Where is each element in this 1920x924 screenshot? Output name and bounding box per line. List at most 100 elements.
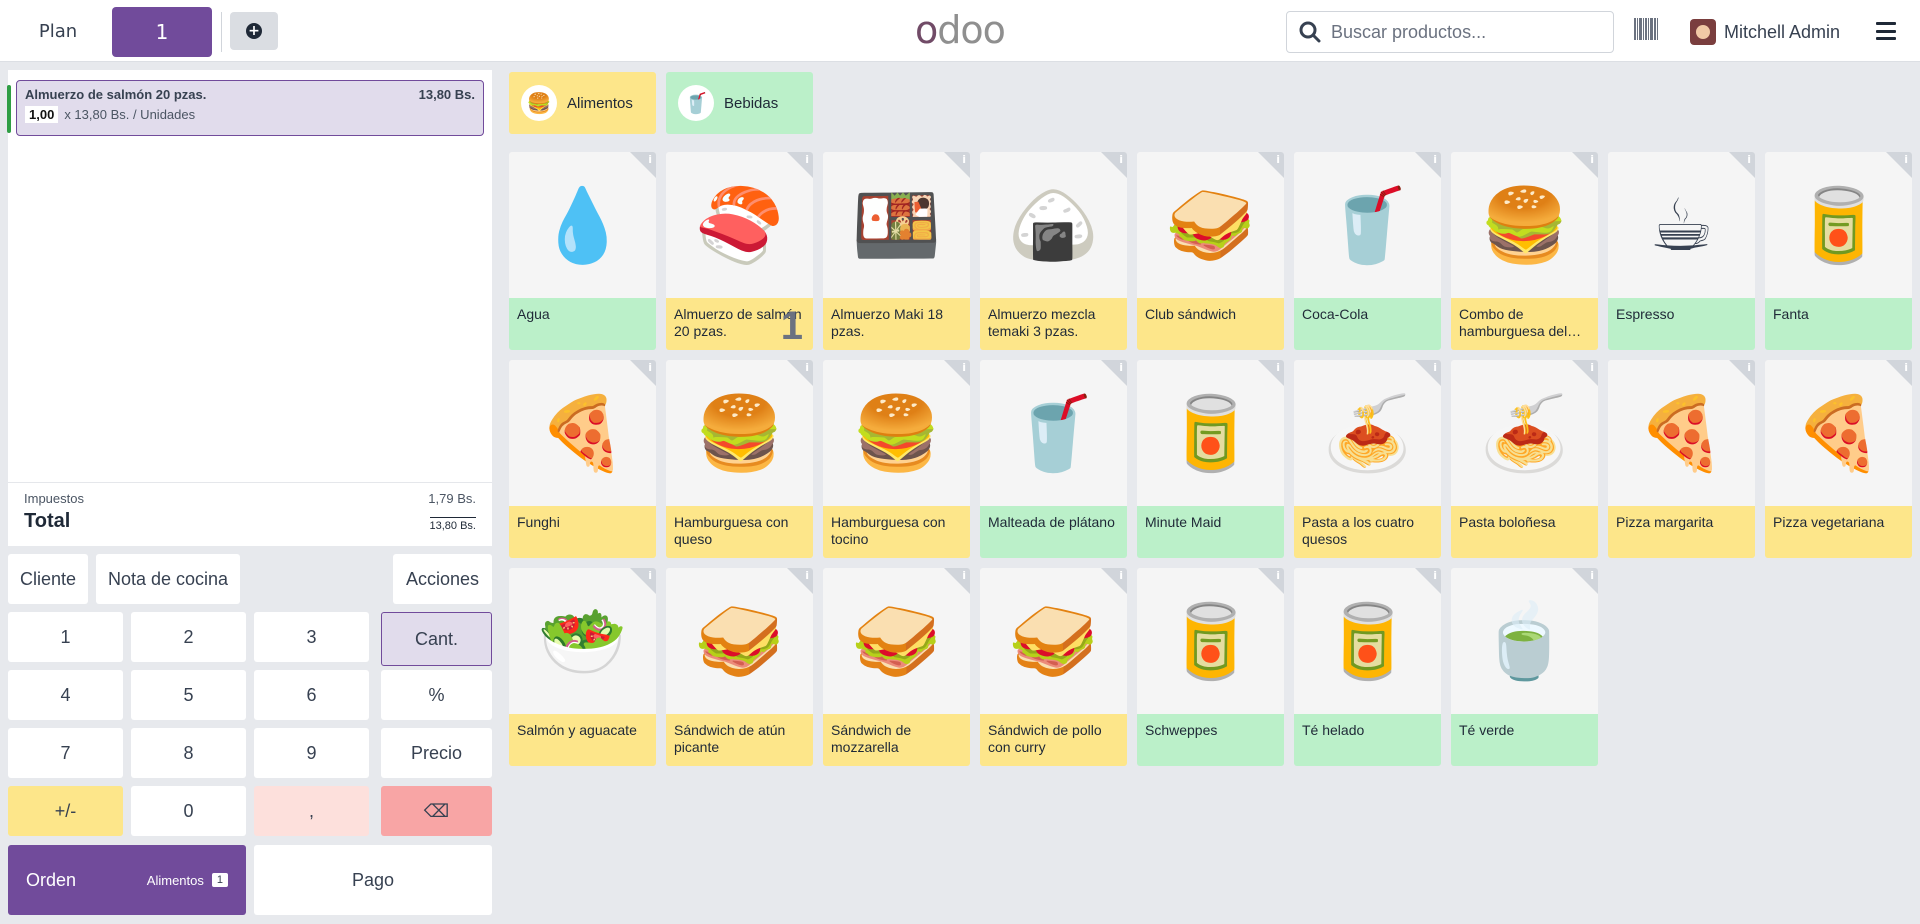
backspace-icon[interactable]: ⌫ [381,786,492,836]
product-qty-badge: 1 [780,304,803,348]
numpad-6[interactable]: 6 [254,670,369,720]
info-icon[interactable]: i [787,360,813,386]
product-card[interactable]: 🥫 i Fanta [1765,152,1912,350]
product-card[interactable]: 🍕 i Funghi [509,360,656,558]
product-card[interactable]: 🥫 i Té helado [1294,568,1441,766]
category-alimentos[interactable]: 🍔 Alimentos [509,72,656,134]
info-icon[interactable]: i [1572,152,1598,178]
totals: Impuestos 1,79 Bs. Total 13,80 Bs. [8,482,492,546]
info-icon[interactable]: i [944,568,970,594]
info-icon[interactable]: i [630,568,656,594]
product-card[interactable]: 🍵 i Té verde [1451,568,1598,766]
product-card[interactable]: 🍕 i Pizza margarita [1608,360,1755,558]
numpad-5[interactable]: 5 [131,670,246,720]
product-card[interactable]: 🥪 i Sándwich de pollo con curry [980,568,1127,766]
numpad-9[interactable]: 9 [254,728,369,778]
plus-circle-icon: + [246,23,262,39]
menu-icon[interactable] [1876,22,1896,40]
payment-button[interactable]: Pago [254,845,492,915]
decimal-button[interactable]: , [254,786,369,836]
info-icon[interactable]: i [787,152,813,178]
info-icon[interactable]: i [1101,360,1127,386]
info-icon[interactable]: i [1258,152,1284,178]
customer-button[interactable]: Cliente [8,554,88,604]
product-card[interactable]: 🍣 i Almuerzo de salmón 20 pzas. 1 [666,152,813,350]
product-card[interactable]: 🍙 i Almuerzo mezcla temaki 3 pzas. [980,152,1127,350]
actions-button[interactable]: Acciones [393,554,492,604]
plan-button[interactable]: Plan [22,10,94,52]
numpad-4[interactable]: 4 [8,670,123,720]
info-icon[interactable]: i [1572,360,1598,386]
info-icon[interactable]: i [630,360,656,386]
product-name: Sándwich de pollo con curry [980,714,1127,766]
product-name: Combo de hamburguesa del… [1451,298,1598,350]
info-icon[interactable]: i [630,152,656,178]
product-name: Almuerzo mezcla temaki 3 pzas. [980,298,1127,350]
info-icon[interactable]: i [1101,152,1127,178]
category-bebidas[interactable]: 🥤 Bebidas [666,72,813,134]
add-order-button[interactable]: + [230,12,278,50]
product-name: Té helado [1294,714,1441,766]
order-line-price: 13,80 Bs. [418,87,475,102]
divider [221,12,222,52]
table-number-button[interactable]: 1 [112,7,212,57]
product-card[interactable]: 🥤 i Coca-Cola [1294,152,1441,350]
info-icon[interactable]: i [1258,360,1284,386]
user-menu[interactable]: Mitchell Admin [1690,18,1840,46]
search-input[interactable] [1331,21,1591,43]
quantity-mode-button[interactable]: Cant. [381,612,492,666]
product-card[interactable]: 🍕 i Pizza vegetariana [1765,360,1912,558]
search-box[interactable] [1286,11,1614,53]
info-icon[interactable]: i [944,360,970,386]
order-label: Orden [26,869,77,890]
info-icon[interactable]: i [1415,152,1441,178]
product-card[interactable]: 🥪 i Sándwich de atún picante [666,568,813,766]
product-name: Hamburguesa con queso [666,506,813,558]
info-icon[interactable]: i [1415,360,1441,386]
info-icon[interactable]: i [1415,568,1441,594]
numpad-7[interactable]: 7 [8,728,123,778]
price-mode-button[interactable]: Precio [381,728,492,778]
product-card[interactable]: 🍔 i Hamburguesa con tocino [823,360,970,558]
product-card[interactable]: 🥗 i Salmón y aguacate [509,568,656,766]
product-card[interactable]: 🥪 i Sándwich de mozzarella [823,568,970,766]
order-line-unit: x 13,80 Bs. / Unidades [64,107,196,122]
category-label: Alimentos [567,94,633,112]
product-name: Espresso [1608,298,1755,350]
info-icon[interactable]: i [1101,568,1127,594]
product-card[interactable]: 🥫 i Schweppes [1137,568,1284,766]
discount-mode-button[interactable]: % [381,670,492,720]
product-card[interactable]: 💧 i Agua [509,152,656,350]
info-icon[interactable]: i [787,568,813,594]
numpad-1[interactable]: 1 [8,612,123,662]
product-card[interactable]: 🍱 i Almuerzo Maki 18 pzas. [823,152,970,350]
kitchen-note-button[interactable]: Nota de cocina [96,554,240,604]
product-name: Té verde [1451,714,1598,766]
order-button[interactable]: Orden Alimentos 1 [8,845,246,915]
info-icon[interactable]: i [1572,568,1598,594]
total-label: Total [24,510,71,532]
numpad-3[interactable]: 3 [254,612,369,662]
numpad-0[interactable]: 0 [131,786,246,836]
product-card[interactable]: 🍔 i Combo de hamburguesa del… [1451,152,1598,350]
order-line[interactable]: Almuerzo de salmón 20 pzas. 13,80 Bs. 1,… [7,80,484,136]
product-card[interactable]: 🥫 i Minute Maid [1137,360,1284,558]
barcode-icon[interactable] [1634,18,1658,42]
numpad-8[interactable]: 8 [131,728,246,778]
info-icon[interactable]: i [1729,360,1755,386]
product-card[interactable]: 🥤 i Malteada de plátano [980,360,1127,558]
info-icon[interactable]: i [944,152,970,178]
info-icon[interactable]: i [1886,152,1912,178]
product-card[interactable]: ☕ i Espresso [1608,152,1755,350]
info-icon[interactable]: i [1729,152,1755,178]
plus-minus-button[interactable]: +/- [8,786,123,836]
product-card[interactable]: 🍝 i Pasta a los cuatro quesos [1294,360,1441,558]
product-card[interactable]: 🍔 i Hamburguesa con queso [666,360,813,558]
numpad-2[interactable]: 2 [131,612,246,662]
info-icon[interactable]: i [1258,568,1284,594]
product-name: Almuerzo Maki 18 pzas. [823,298,970,350]
product-card[interactable]: 🥪 i Club sándwich [1137,152,1284,350]
user-name: Mitchell Admin [1724,21,1841,42]
product-card[interactable]: 🍝 i Pasta boloñesa [1451,360,1598,558]
info-icon[interactable]: i [1886,360,1912,386]
